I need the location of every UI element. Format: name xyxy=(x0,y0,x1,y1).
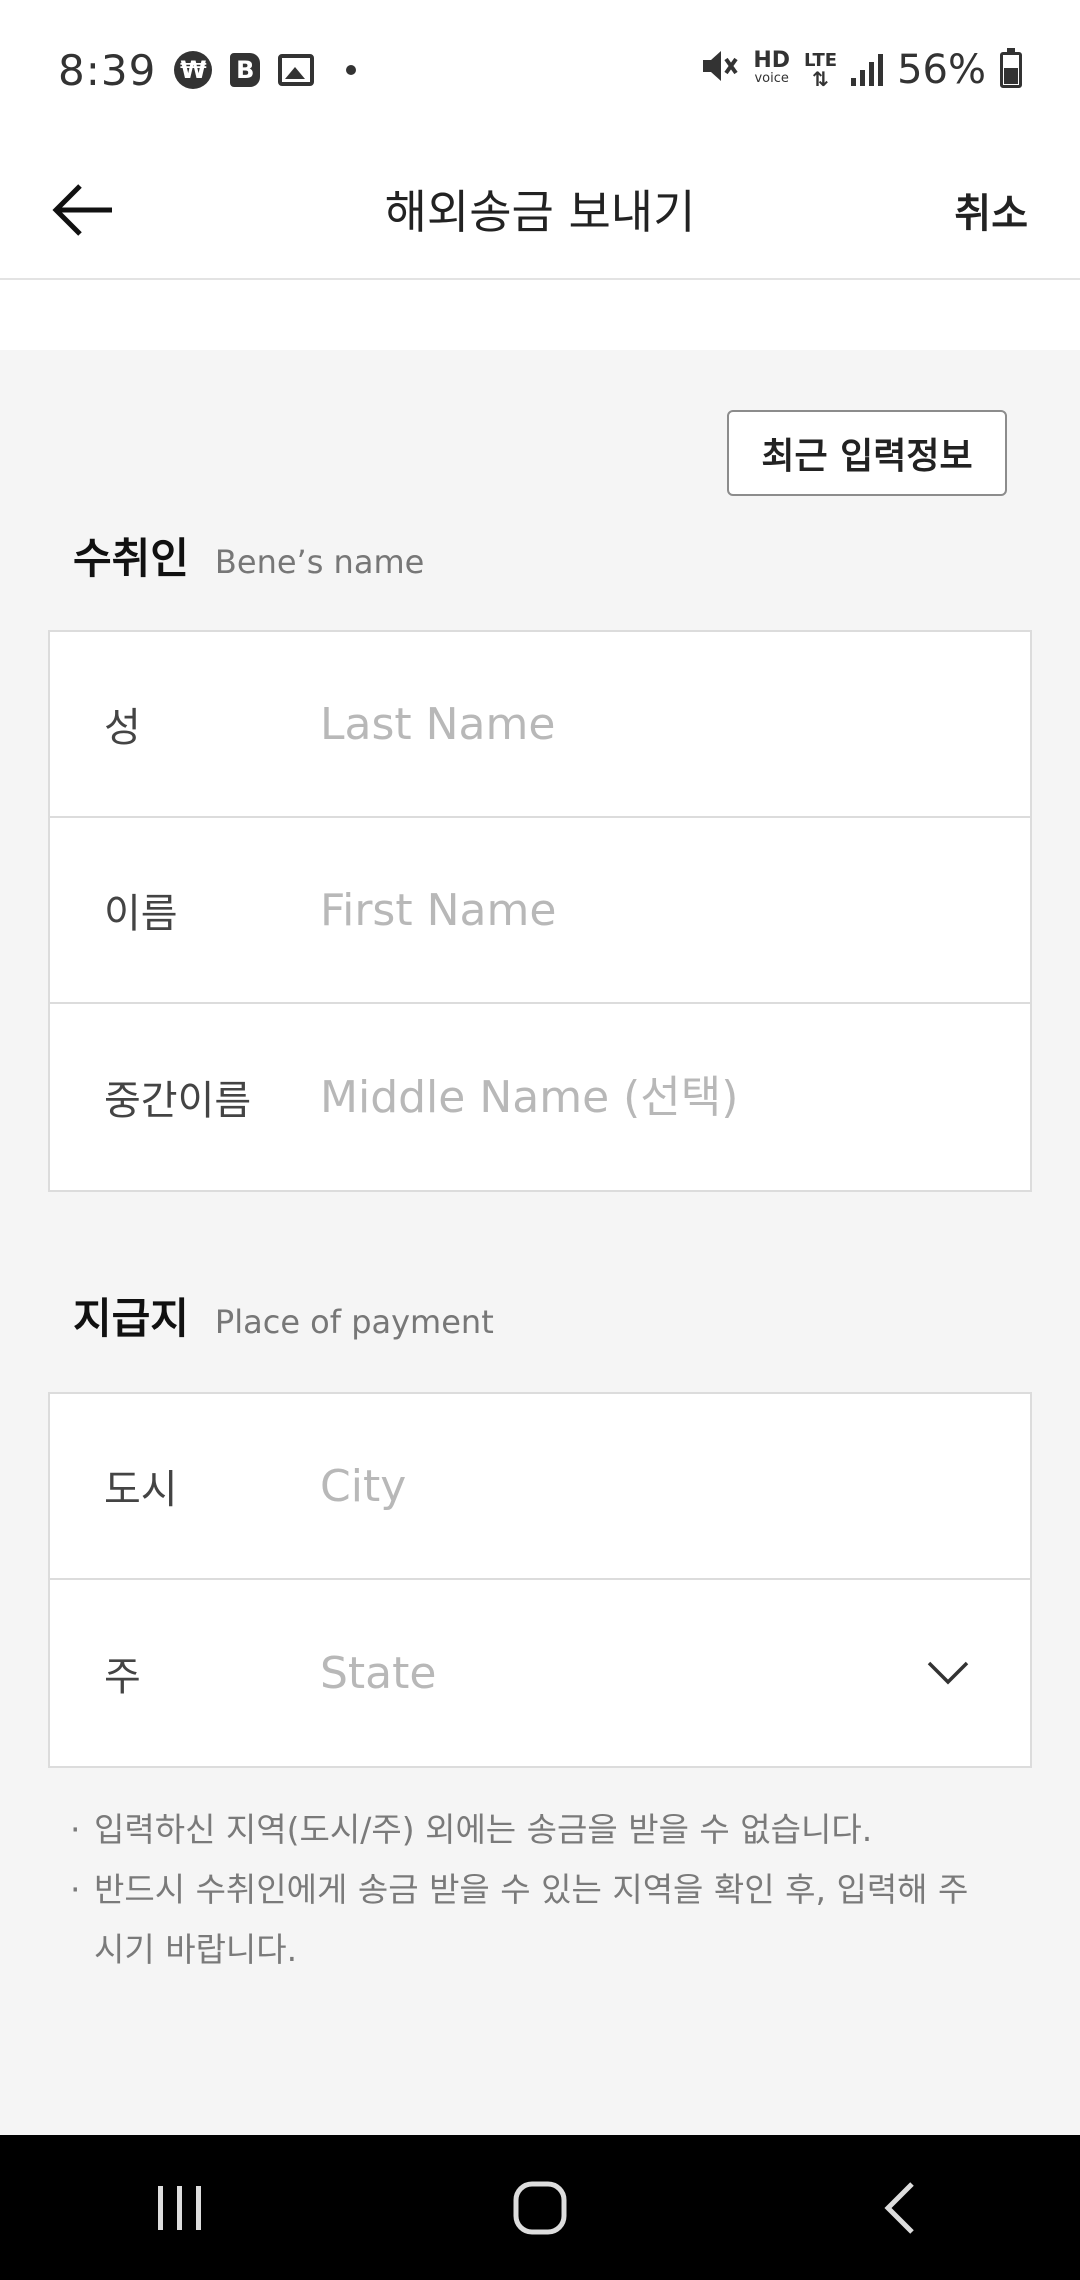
first-name-row: 이름 xyxy=(50,818,1030,1004)
app-header: 해외송금 보내기 취소 xyxy=(0,140,1080,280)
back-button[interactable] xyxy=(40,168,124,252)
nav-back-button[interactable] xyxy=(840,2148,960,2268)
city-label: 도시 xyxy=(104,1467,178,1513)
lte-icon: LTE ⇅ xyxy=(804,50,838,91)
page-title: 해외송금 보내기 xyxy=(384,185,696,239)
notice-bullet: · xyxy=(70,1870,81,1909)
form-content: 최근 입력정보 수취인 Bene’s name 성 이름 중간이름 지급지 Pl… xyxy=(0,350,1080,2135)
b-app-icon: B xyxy=(230,53,261,87)
status-time: 8:39 xyxy=(58,45,157,95)
battery-percent: 56% xyxy=(897,47,986,93)
hd-label: HD xyxy=(753,48,791,73)
beneficiary-title: 수취인 xyxy=(73,534,189,583)
middle-name-label: 중간이름 xyxy=(104,1078,252,1124)
status-left: 8:39 ₩ B xyxy=(58,45,357,95)
status-right: HD voice LTE ⇅ 56% xyxy=(699,47,1022,93)
signal-icon xyxy=(851,54,884,86)
first-name-label: 이름 xyxy=(104,891,178,937)
recents-button[interactable] xyxy=(120,2148,240,2268)
status-bar: 8:39 ₩ B HD voice LTE ⇅ 56% xyxy=(0,0,1080,140)
last-name-input[interactable] xyxy=(320,632,1030,816)
mute-icon xyxy=(699,48,739,93)
notification-dot-icon xyxy=(346,65,357,75)
arrow-left-icon xyxy=(52,184,112,236)
notice-bullet: · xyxy=(70,1810,81,1849)
notice-item: · 반드시 수취인에게 송금 받을 수 있는 지역을 확인 후, 입력해 주시기… xyxy=(70,1860,970,1980)
header-spacer xyxy=(0,282,1080,350)
payment-section-title: 지급지 Place of payment xyxy=(73,1285,494,1346)
beneficiary-form: 성 이름 중간이름 xyxy=(48,630,1032,1192)
notice-list: · 입력하신 지역(도시/주) 외에는 송금을 받을 수 없습니다. · 반드시… xyxy=(70,1800,970,1980)
middle-name-input[interactable] xyxy=(320,1004,1030,1190)
notice-text: 입력하신 지역(도시/주) 외에는 송금을 받을 수 없습니다. xyxy=(94,1810,873,1849)
beneficiary-section-title: 수취인 Bene’s name xyxy=(73,525,424,586)
state-select[interactable]: 주 State xyxy=(50,1580,1030,1766)
middle-name-row: 중간이름 xyxy=(50,1004,1030,1190)
payment-subtitle: Place of payment xyxy=(214,1303,494,1341)
city-input[interactable] xyxy=(320,1394,1030,1578)
city-row: 도시 xyxy=(50,1394,1030,1580)
home-button[interactable] xyxy=(480,2148,600,2268)
hd-voice-icon: HD voice xyxy=(753,48,791,88)
nav-back-icon xyxy=(884,2181,914,2234)
first-name-input[interactable] xyxy=(320,818,1030,1002)
state-placeholder: State xyxy=(320,1647,437,1699)
home-icon xyxy=(513,2181,567,2234)
notice-text: 반드시 수취인에게 송금 받을 수 있는 지역을 확인 후, 입력해 주시기 바… xyxy=(94,1870,969,1969)
payment-form: 도시 주 State xyxy=(48,1392,1032,1768)
last-name-row: 성 xyxy=(50,632,1030,818)
state-label: 주 xyxy=(104,1654,141,1700)
cancel-button[interactable]: 취소 xyxy=(954,140,1028,280)
beneficiary-subtitle: Bene’s name xyxy=(214,543,425,581)
won-app-icon: ₩ xyxy=(174,51,213,89)
battery-icon xyxy=(1000,48,1022,88)
system-nav-bar xyxy=(0,2135,1080,2280)
voice-label: voice xyxy=(754,71,789,86)
recent-info-button[interactable]: 최근 입력정보 xyxy=(727,410,1007,496)
payment-title: 지급지 xyxy=(73,1294,189,1343)
last-name-label: 성 xyxy=(104,705,141,751)
image-icon xyxy=(278,54,315,86)
notice-item: · 입력하신 지역(도시/주) 외에는 송금을 받을 수 없습니다. xyxy=(70,1800,970,1860)
recents-icon xyxy=(158,2185,201,2230)
chevron-down-icon xyxy=(927,1661,969,1685)
